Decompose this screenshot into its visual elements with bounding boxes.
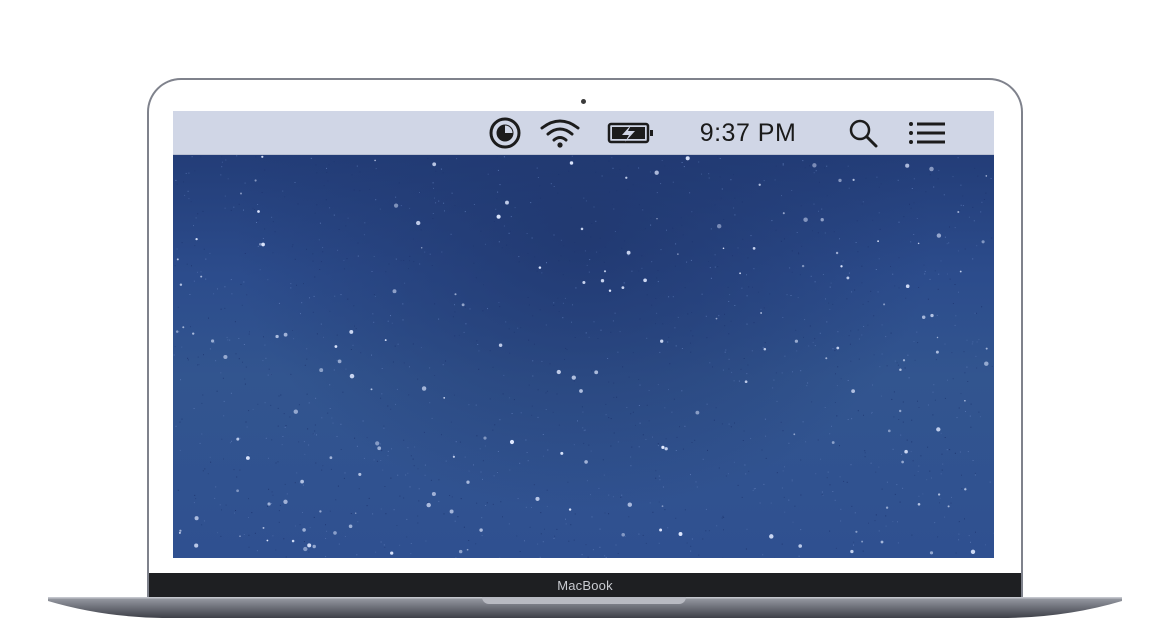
lid-opening-notch <box>482 597 686 604</box>
notification-center-icon[interactable] <box>903 111 951 155</box>
screen: 9:37 PM <box>173 111 994 558</box>
spotlight-search-icon[interactable] <box>843 111 883 155</box>
starfield <box>173 155 994 558</box>
battery-charging-icon[interactable] <box>605 111 659 155</box>
macbook-illustration: 9:37 PM MacBook <box>0 0 1168 632</box>
time-machine-icon[interactable] <box>485 111 525 155</box>
camera-icon <box>581 99 586 104</box>
brand-label: MacBook <box>557 577 613 593</box>
wifi-icon[interactable] <box>535 111 585 155</box>
desktop-wallpaper[interactable] <box>173 155 994 558</box>
menu-bar: 9:37 PM <box>173 111 994 155</box>
menu-clock[interactable]: 9:37 PM <box>681 111 815 155</box>
